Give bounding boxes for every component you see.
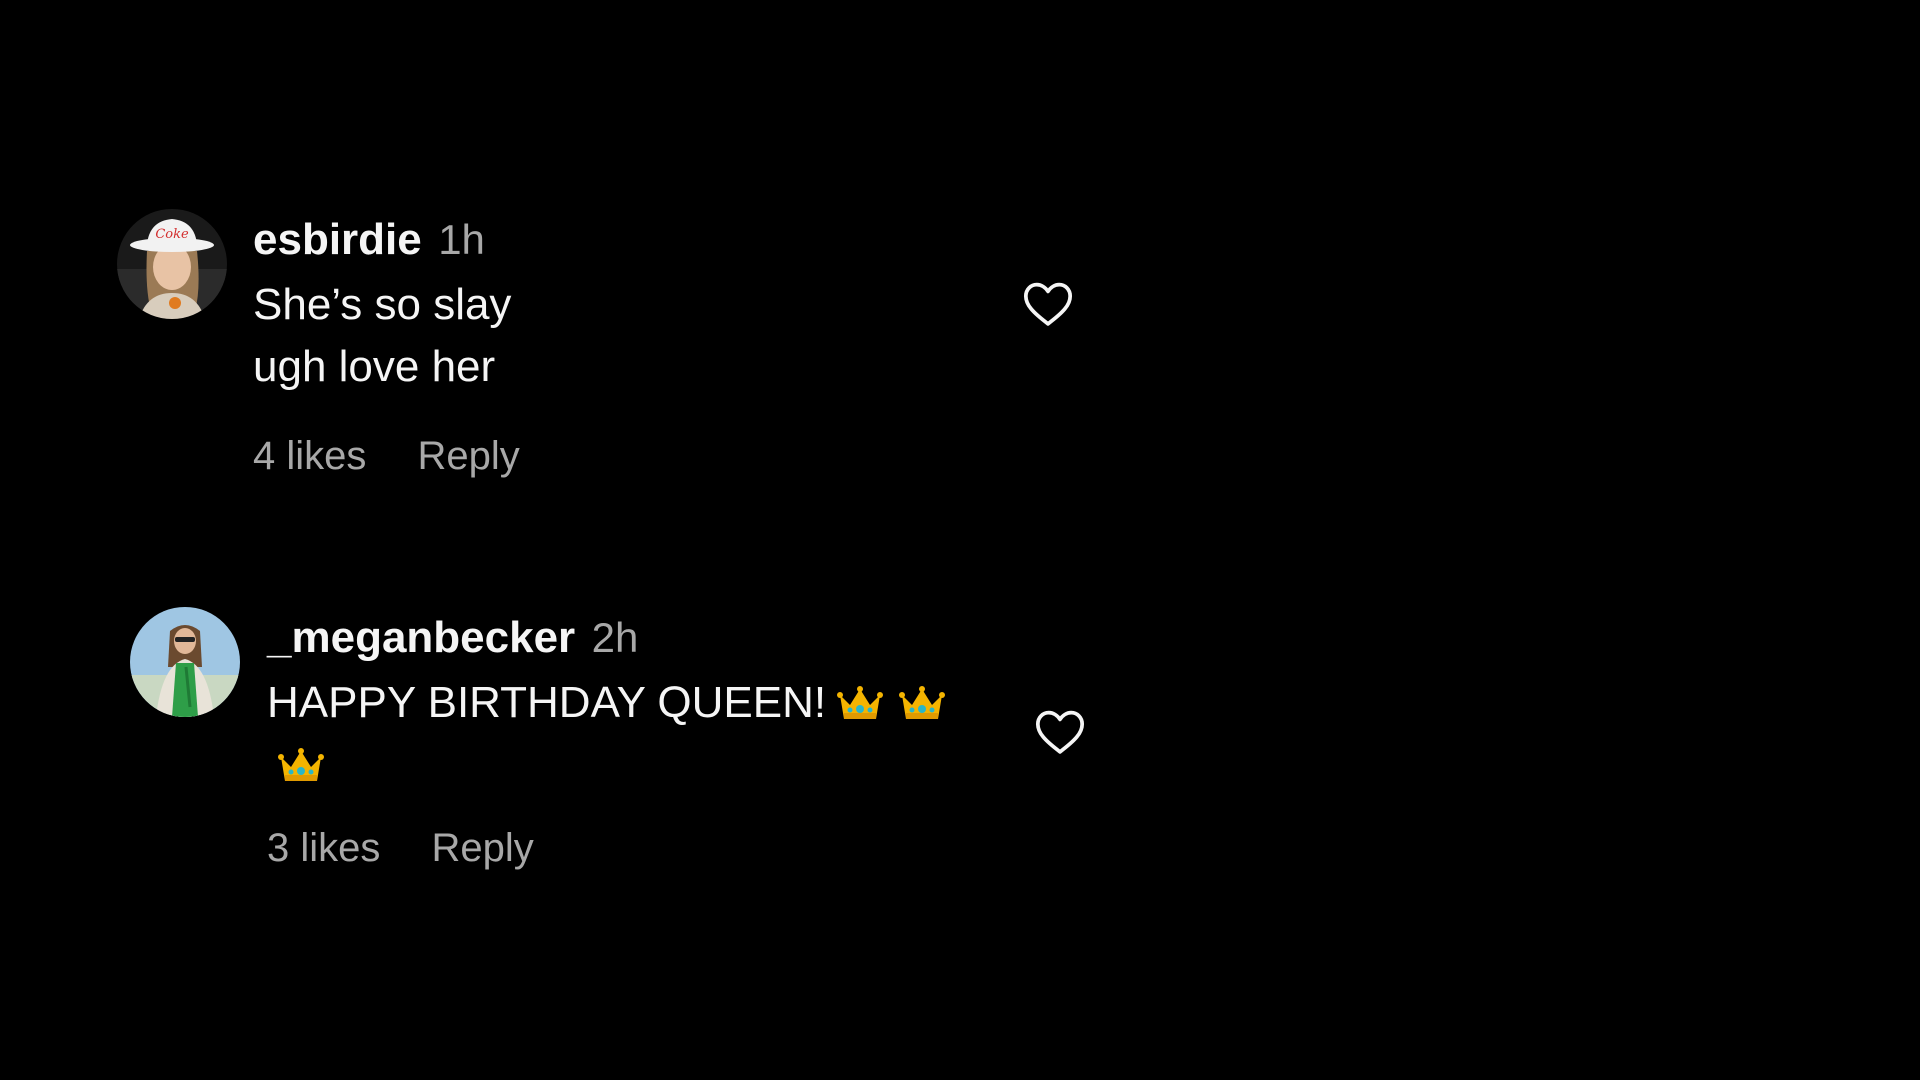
cap-logo: Coke bbox=[155, 227, 189, 242]
crown-emoji bbox=[278, 748, 324, 781]
reply-button[interactable]: Reply bbox=[418, 434, 520, 478]
comment-username[interactable]: esbirdie bbox=[253, 215, 422, 264]
avatar-image bbox=[130, 607, 240, 717]
heart-outline-icon[interactable] bbox=[1032, 704, 1088, 760]
comment-likes-count[interactable]: 3 likes bbox=[267, 826, 380, 870]
crown-emoji bbox=[899, 686, 946, 719]
crown-emoji bbox=[837, 686, 884, 719]
comment-timestamp[interactable]: 1h bbox=[438, 216, 485, 263]
comment-likes-count[interactable]: 4 likes bbox=[253, 434, 366, 478]
avatar[interactable]: Coke bbox=[117, 209, 227, 319]
reply-button[interactable]: Reply bbox=[432, 826, 534, 870]
avatar[interactable] bbox=[130, 607, 240, 717]
heart-outline-icon[interactable] bbox=[1020, 276, 1076, 332]
comment-text: She’s so slay ugh love her bbox=[253, 280, 512, 391]
comment-timestamp[interactable]: 2h bbox=[592, 614, 639, 661]
comment-username[interactable]: _meganbecker bbox=[267, 613, 575, 662]
avatar-image: Coke bbox=[117, 209, 227, 319]
comment-text: HAPPY BIRTHDAY QUEEN! bbox=[267, 678, 827, 727]
